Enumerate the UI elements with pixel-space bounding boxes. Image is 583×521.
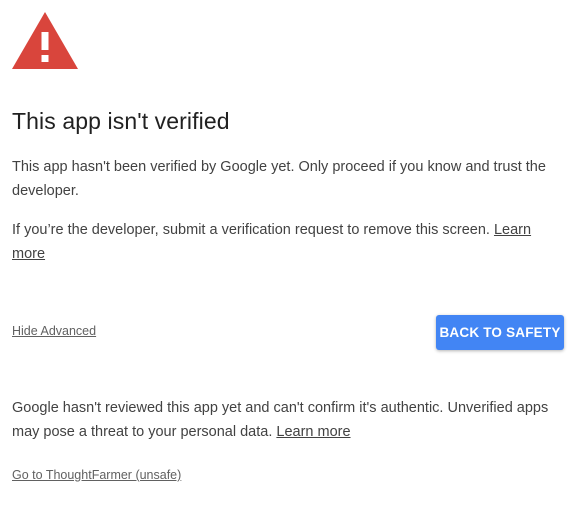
learn-more-link-advanced[interactable]: Learn more — [276, 424, 350, 440]
intro-text-body: This app hasn't been verified by Google … — [12, 159, 546, 199]
proceed-unsafe-link[interactable]: Go to ThoughtFarmer (unsafe) — [12, 468, 181, 482]
hide-advanced-link[interactable]: Hide Advanced — [12, 324, 96, 338]
unverified-app-screen: This app isn't verified This app hasn't … — [0, 0, 583, 521]
developer-note-text: If you’re the developer, submit a verifi… — [12, 222, 494, 238]
intro-text: This app hasn't been verified by Google … — [12, 155, 567, 203]
developer-note: If you’re the developer, submit a verifi… — [12, 218, 567, 266]
back-to-safety-button[interactable]: BACK TO SAFETY — [436, 315, 564, 350]
advanced-warning: Google hasn't reviewed this app yet and … — [12, 396, 567, 444]
warning-triangle-icon — [12, 12, 78, 69]
page-title: This app isn't verified — [12, 108, 230, 134]
